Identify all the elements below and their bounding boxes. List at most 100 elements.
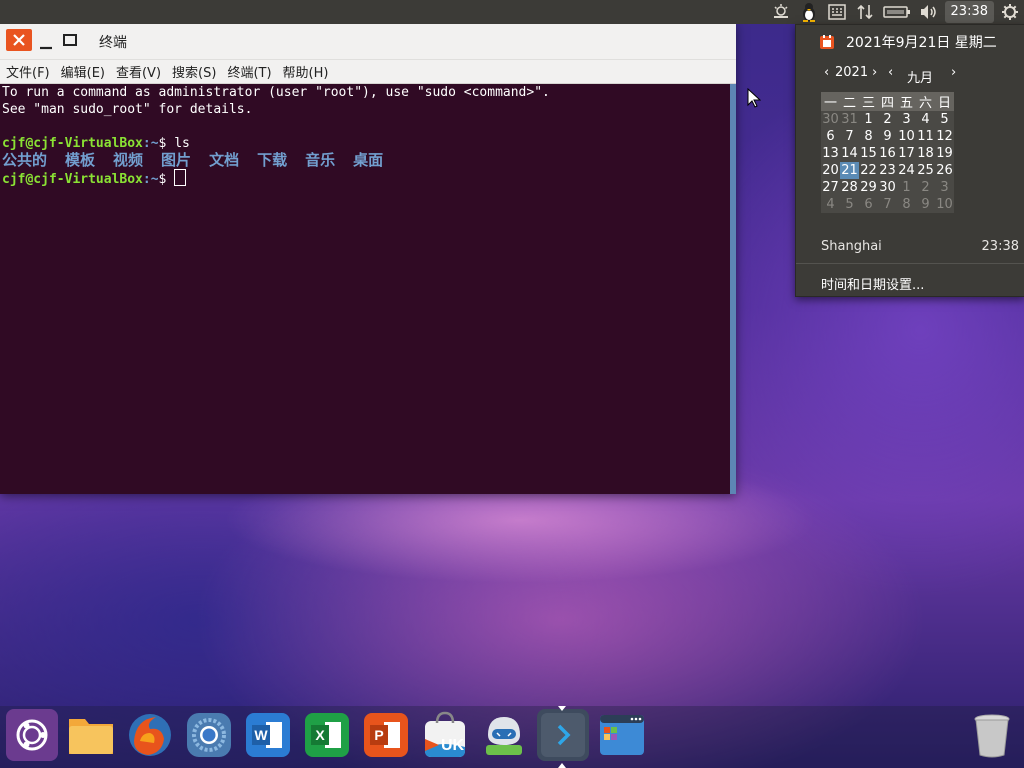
prev-year-button[interactable]: ‹ <box>824 65 829 80</box>
power-icon[interactable] <box>996 0 1024 24</box>
calendar-day[interactable]: 18 <box>916 145 935 162</box>
weekday-label: 四 <box>878 92 897 111</box>
calendar-day[interactable]: 4 <box>916 111 935 128</box>
terminal-scrollbar[interactable] <box>730 84 736 494</box>
chromium-button[interactable] <box>183 709 235 761</box>
calendar-day[interactable]: 12 <box>935 128 954 145</box>
weekday-header: 一 二 三 四 五 六 日 <box>821 92 954 111</box>
prev-month-button[interactable]: ‹ <box>888 65 893 80</box>
calendar-day[interactable]: 27 <box>821 179 840 196</box>
calendar-day[interactable]: 9 <box>916 196 935 213</box>
dash-home-button[interactable] <box>6 709 58 761</box>
calendar-day[interactable]: 5 <box>935 111 954 128</box>
calendar-day[interactable]: 7 <box>878 196 897 213</box>
system-tray: 23:38 <box>767 0 1024 24</box>
minimize-button[interactable] <box>36 29 56 51</box>
calendar-day[interactable]: 10 <box>897 128 916 145</box>
panel-clock[interactable]: 23:38 <box>944 1 994 23</box>
kylin-assistant-button[interactable] <box>478 709 530 761</box>
calendar-day[interactable]: 22 <box>859 162 878 179</box>
calendar-year: 2021 <box>835 65 869 80</box>
next-year-button[interactable]: › <box>872 65 877 80</box>
prompt-user: cjf@cjf-VirtualBox <box>2 172 143 187</box>
menu-view[interactable]: 查看(V) <box>116 62 161 81</box>
calendar-day[interactable]: 3 <box>935 179 954 196</box>
calendar-day[interactable]: 25 <box>916 162 935 179</box>
menu-edit[interactable]: 编辑(E) <box>61 62 105 81</box>
calendar-day[interactable]: 6 <box>821 128 840 145</box>
dir-entry: 视频 <box>113 151 144 169</box>
calendar-day[interactable]: 2 <box>916 179 935 196</box>
calendar-icon <box>820 35 834 49</box>
calendar-day[interactable]: 4 <box>821 196 840 213</box>
calendar-day[interactable]: 29 <box>859 179 878 196</box>
calendar-day[interactable]: 1 <box>897 179 916 196</box>
calendar-day[interactable]: 24 <box>897 162 916 179</box>
calendar-day[interactable]: 26 <box>935 162 954 179</box>
workspace-switcher-button[interactable] <box>596 709 648 761</box>
calendar-day[interactable]: 31 <box>840 111 859 128</box>
close-icon <box>13 34 25 46</box>
mouse-pointer-icon <box>747 87 762 112</box>
calendar-day[interactable]: 5 <box>840 196 859 213</box>
close-button[interactable] <box>6 29 32 51</box>
firefox-button[interactable] <box>124 709 176 761</box>
calendar-day[interactable]: 14 <box>840 145 859 162</box>
next-month-button[interactable]: › <box>951 65 956 80</box>
calendar-day[interactable]: 20 <box>821 162 840 179</box>
wps-writer-button[interactable]: W <box>242 709 294 761</box>
menu-file[interactable]: 文件(F) <box>6 62 50 81</box>
calendar-day[interactable]: 19 <box>935 145 954 162</box>
calendar-day[interactable]: 9 <box>878 128 897 145</box>
calendar-day[interactable]: 23 <box>878 162 897 179</box>
calendar-day[interactable]: 16 <box>878 145 897 162</box>
calendar-day[interactable]: 8 <box>859 128 878 145</box>
weather-icon[interactable] <box>767 0 795 24</box>
calendar-day-today[interactable]: 21 <box>840 162 859 179</box>
terminal-titlebar[interactable]: 终端 <box>0 24 736 60</box>
calendar-day[interactable]: 7 <box>840 128 859 145</box>
time-date-settings-link[interactable]: 时间和日期设置... <box>821 274 924 293</box>
active-indicator <box>558 763 566 768</box>
battery-icon[interactable] <box>879 0 915 24</box>
maximize-button[interactable] <box>60 29 80 51</box>
calendar-day[interactable]: 13 <box>821 145 840 162</box>
calendar-day[interactable]: 30 <box>878 179 897 196</box>
network-icon[interactable] <box>851 0 879 24</box>
terminal-output[interactable]: To run a command as administrator (user … <box>0 84 730 494</box>
volume-icon[interactable] <box>915 0 943 24</box>
calendar-day[interactable]: 3 <box>897 111 916 128</box>
software-center-button[interactable]: UK <box>419 709 471 761</box>
calendar-day[interactable]: 1 <box>859 111 878 128</box>
menu-help[interactable]: 帮助(H) <box>283 62 329 81</box>
keyboard-icon[interactable] <box>823 0 851 24</box>
trash-button[interactable] <box>966 709 1018 761</box>
terminal-button[interactable] <box>537 709 589 761</box>
terminal-menubar: 文件(F) 编辑(E) 查看(V) 搜索(S) 终端(T) 帮助(H) <box>0 60 736 84</box>
weekday-label: 日 <box>935 92 954 111</box>
menu-terminal[interactable]: 终端(T) <box>227 62 271 81</box>
calendar-day[interactable]: 30 <box>821 111 840 128</box>
files-button[interactable] <box>65 709 117 761</box>
weekday-label: 二 <box>840 92 859 111</box>
calendar-day[interactable]: 2 <box>878 111 897 128</box>
calendar-day[interactable]: 28 <box>840 179 859 196</box>
dir-entry: 公共的 <box>2 151 48 169</box>
dir-entry: 桌面 <box>353 151 384 169</box>
weekday-label: 一 <box>821 92 840 111</box>
calendar-day[interactable]: 8 <box>897 196 916 213</box>
penguin-icon[interactable] <box>795 0 823 24</box>
calendar-day[interactable]: 17 <box>897 145 916 162</box>
calendar-day[interactable]: 10 <box>935 196 954 213</box>
wps-presentation-button[interactable]: P <box>360 709 412 761</box>
wps-spreadsheets-button[interactable]: X <box>301 709 353 761</box>
menu-search[interactable]: 搜索(S) <box>172 62 216 81</box>
calendar-day[interactable]: 11 <box>916 128 935 145</box>
terminal-window[interactable]: 终端 文件(F) 编辑(E) 查看(V) 搜索(S) 终端(T) 帮助(H) T… <box>0 24 736 494</box>
calendar-nav: ‹ 2021 › ‹ 九月 › <box>824 65 1024 86</box>
calendar-week: 6 7 8 9 10 11 12 <box>821 128 954 145</box>
top-panel: 23:38 <box>0 0 1024 24</box>
text-cursor <box>174 169 187 186</box>
calendar-day[interactable]: 6 <box>859 196 878 213</box>
calendar-day[interactable]: 15 <box>859 145 878 162</box>
